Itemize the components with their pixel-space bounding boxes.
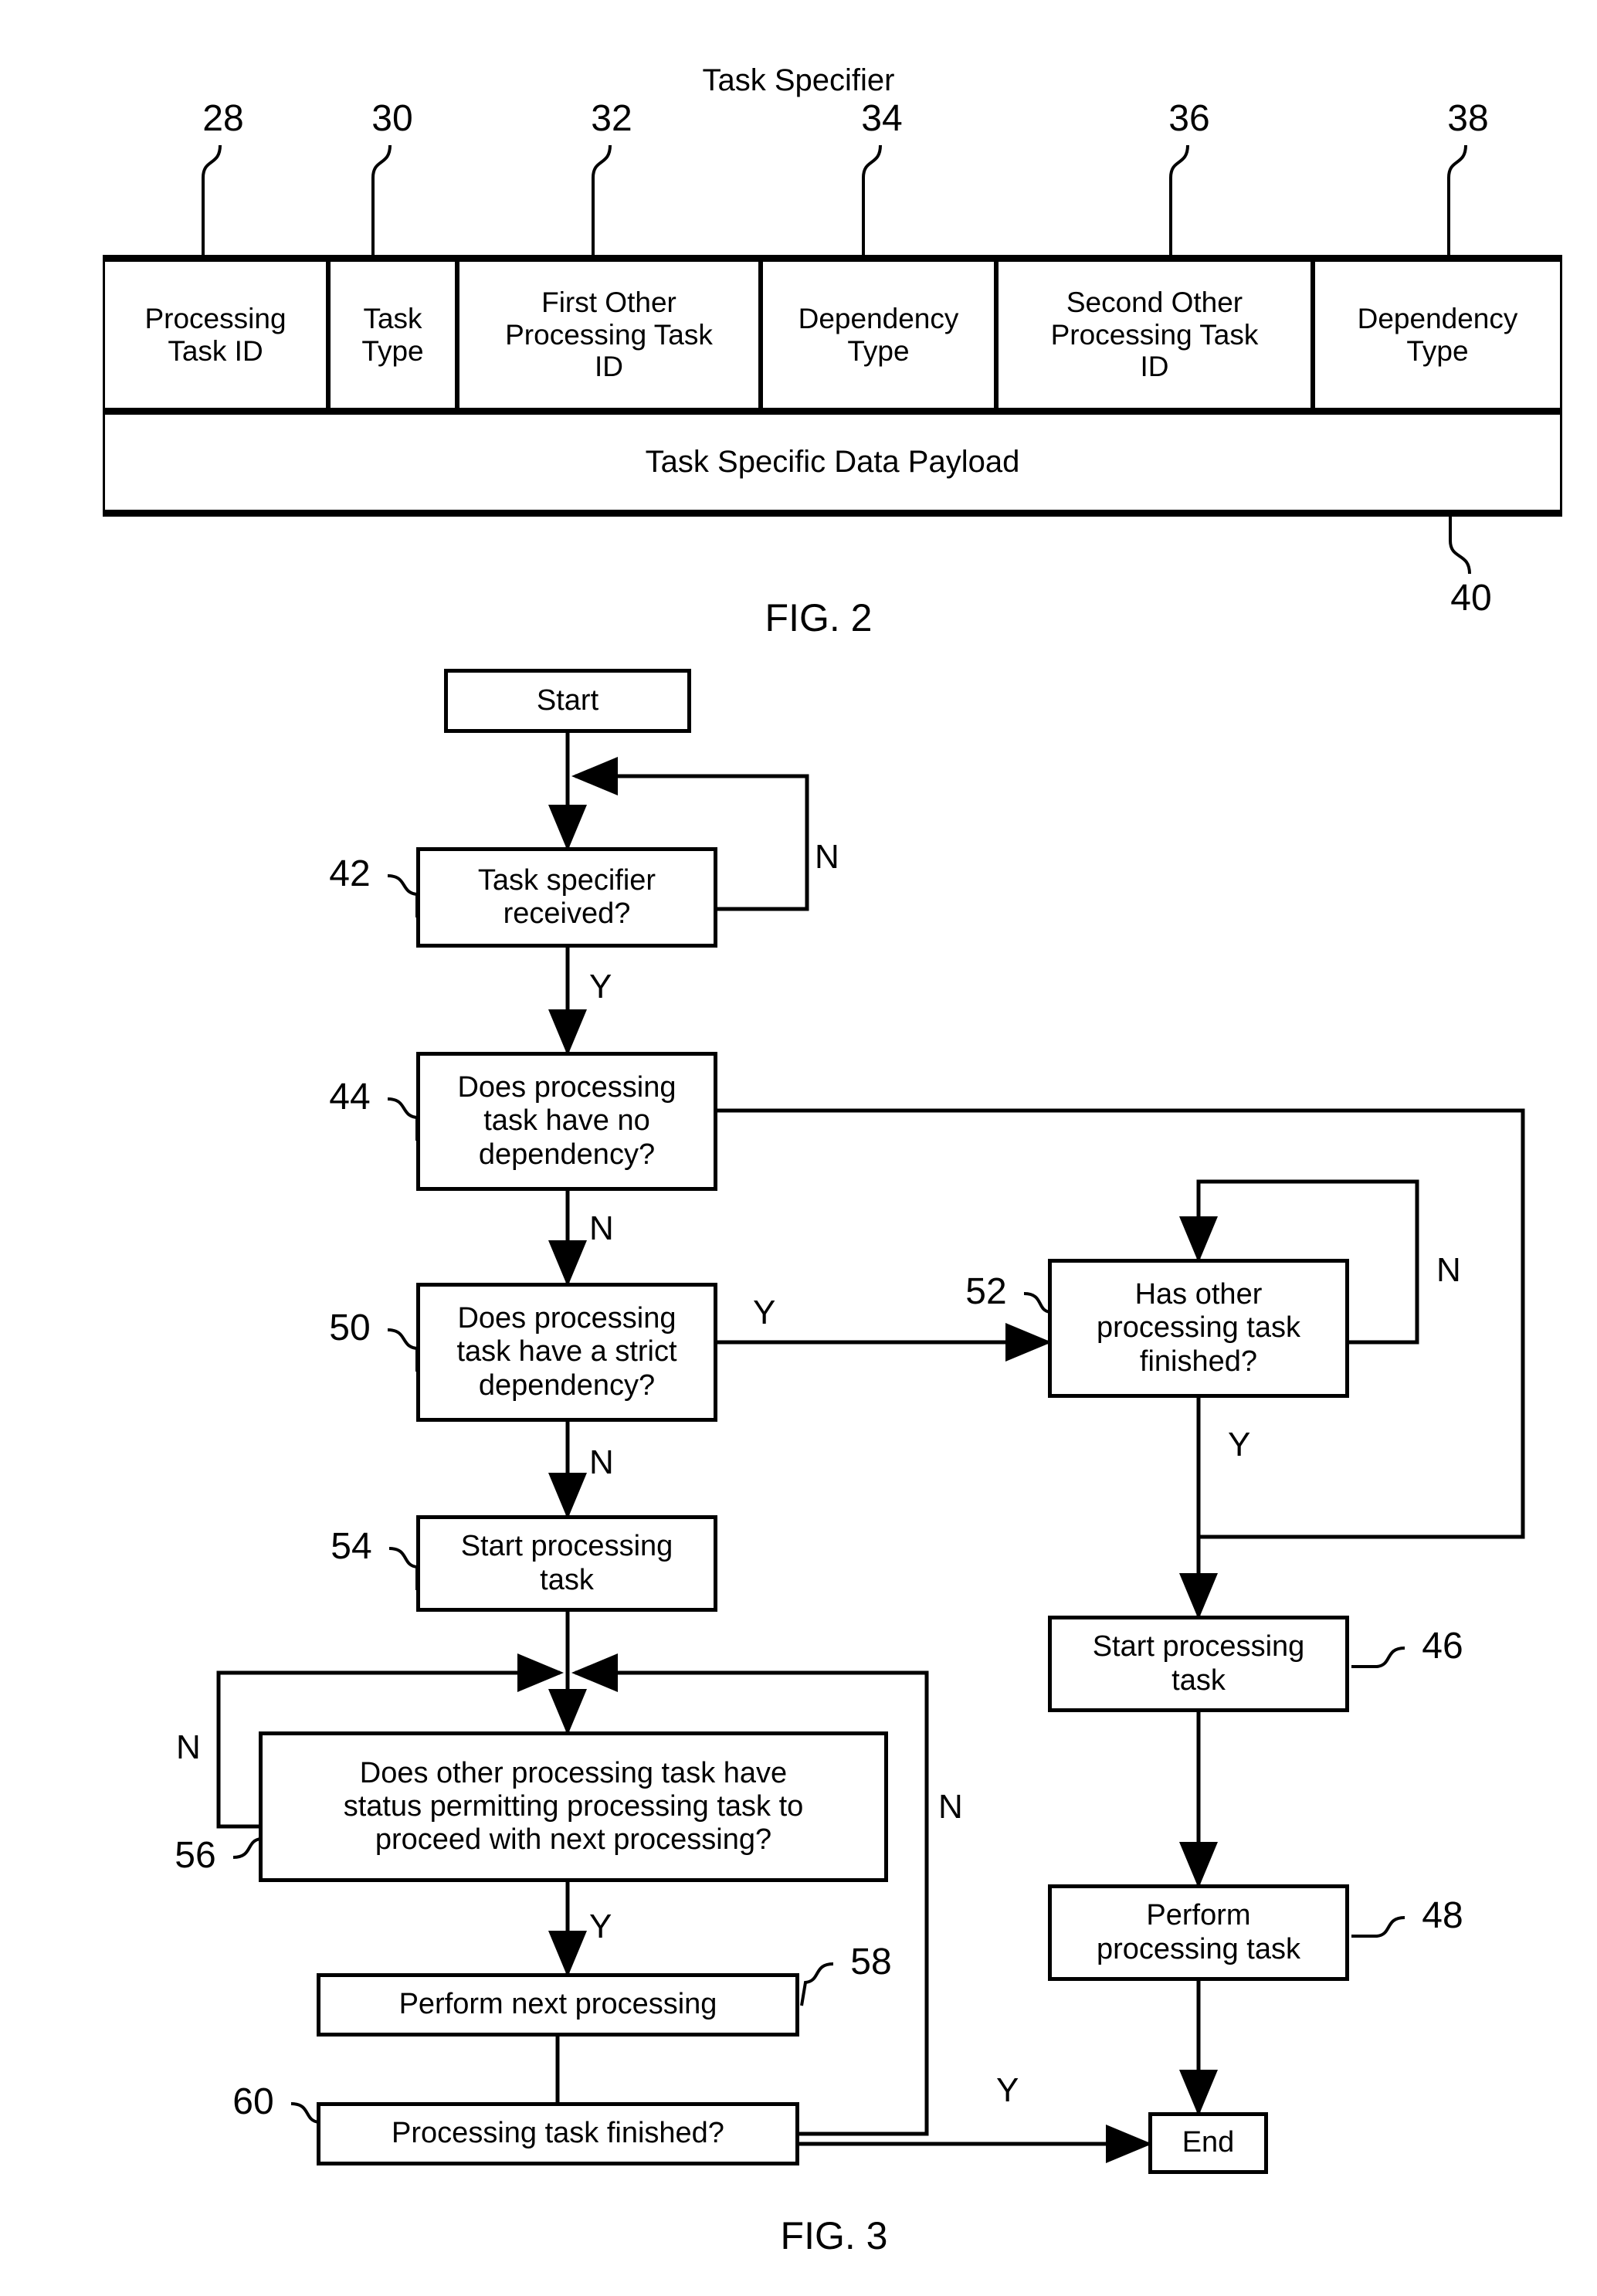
fig2-cell-task-type: Task Type <box>328 262 457 408</box>
edge-label-60-n: N <box>938 1788 963 1826</box>
flow-node-44-no-dependency: Does processing task have no dependency? <box>416 1052 717 1191</box>
flow-node-46-start-processing-task: Start processing task <box>1048 1616 1349 1712</box>
fig2-table-bottom-border <box>103 510 1562 517</box>
fig2-cell-task-specific-data-payload: Task Specific Data Payload <box>103 415 1562 510</box>
fig2-ref-28: 28 <box>202 98 244 140</box>
flow-node-52-other-task-finished: Has other processing task finished? <box>1048 1259 1349 1398</box>
edge-label-44-n: N <box>589 1209 614 1247</box>
flow-node-42-task-specifier-received: Task specifier received? <box>416 847 717 948</box>
edge-label-52-y: Y <box>1228 1426 1251 1463</box>
fig2-cell-dependency-type-1: Dependency Type <box>761 262 996 408</box>
flow-ref-44: 44 <box>329 1077 371 1118</box>
edge-label-50-n: N <box>589 1443 614 1481</box>
fig2-ref-36: 36 <box>1168 98 1210 140</box>
edge-label-50-y: Y <box>753 1294 776 1331</box>
flow-node-60-processing-task-finished: Processing task finished? <box>317 2102 799 2165</box>
fig2-title: Task Specifier <box>702 63 895 97</box>
fig2-cell-dependency-type-2: Dependency Type <box>1313 262 1562 408</box>
flow-node-end: End <box>1148 2112 1268 2174</box>
flow-node-50-strict-dependency: Does processing task have a strict depen… <box>416 1283 717 1422</box>
flow-ref-60: 60 <box>232 2081 274 2123</box>
flow-node-48-perform-processing-task: Perform processing task <box>1048 1884 1349 1981</box>
edge-label-42-n: N <box>815 838 839 876</box>
fig2-table-top-border <box>103 255 1562 262</box>
flow-ref-50: 50 <box>329 1307 371 1349</box>
fig2-ref-32: 32 <box>591 98 632 140</box>
fig2-ref-38: 38 <box>1447 98 1489 140</box>
flow-ref-52: 52 <box>965 1271 1007 1313</box>
fig2-label: FIG. 2 <box>765 596 873 639</box>
fig2-cell-processing-task-id: Processing Task ID <box>103 262 328 408</box>
flow-node-54-start-processing-task: Start processing task <box>416 1515 717 1612</box>
fig2-cell-first-other-processing-task-id: First Other Processing Task ID <box>457 262 761 408</box>
fig3-label: FIG. 3 <box>780 2214 888 2257</box>
flow-node-58-perform-next-processing: Perform next processing <box>317 1973 799 2037</box>
edge-label-56-y: Y <box>589 1908 612 1945</box>
flow-ref-56: 56 <box>175 1835 216 1877</box>
edge-label-56-n: N <box>176 1728 201 1766</box>
fig2-cell-second-other-processing-task-id: Second Other Processing Task ID <box>996 262 1313 408</box>
flow-ref-54: 54 <box>331 1526 372 1568</box>
fig2-ref-40: 40 <box>1450 578 1492 619</box>
flow-node-56-status-permitting: Does other processing task have status p… <box>259 1731 888 1882</box>
fig2-table-mid-border <box>103 408 1562 415</box>
flow-ref-58: 58 <box>850 1942 892 1983</box>
fig2-ref-34: 34 <box>861 98 903 140</box>
patent-figure-sheet: Task Specifier 28 30 32 34 36 38 Process… <box>0 0 1597 2296</box>
edge-label-52-n: N <box>1436 1251 1461 1289</box>
flow-ref-42: 42 <box>329 853 371 895</box>
flow-ref-48: 48 <box>1422 1895 1463 1937</box>
fig2-ref-30: 30 <box>371 98 413 140</box>
edge-label-60-y: Y <box>996 2071 1019 2109</box>
edge-label-42-y: Y <box>589 968 612 1006</box>
flow-ref-46: 46 <box>1422 1626 1463 1667</box>
flow-node-start: Start <box>444 669 691 733</box>
